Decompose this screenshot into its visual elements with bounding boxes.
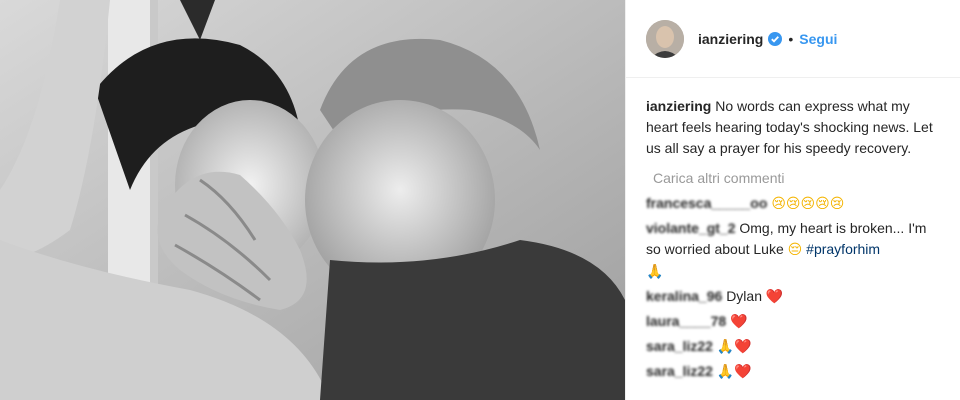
post-header: ianziering • Segui [626, 0, 960, 78]
comment-text: Dylan [726, 288, 762, 304]
caption-username[interactable]: ianziering [646, 98, 711, 114]
separator-dot: • [788, 30, 794, 47]
comment-username[interactable]: sara_liz22 [646, 363, 713, 379]
post-photo[interactable] [0, 0, 625, 400]
post-caption: ianziering No words can express what my … [646, 96, 942, 159]
comment-username[interactable]: francesca_____oo [646, 195, 767, 211]
crying-emoji: 😢😢😢😢😢 [771, 196, 845, 212]
verified-badge-icon [768, 31, 783, 46]
comment: keralina_96 Dylan ❤️ [646, 286, 942, 308]
avatar-image [646, 19, 684, 58]
comment: laura____78 ❤️ [646, 311, 942, 333]
instagram-post: ianziering • Segui ianziering No words c… [0, 0, 960, 400]
comment-username[interactable]: violante_gt_2 [646, 220, 735, 236]
post-sidebar: ianziering • Segui ianziering No words c… [625, 0, 960, 400]
pensive-emoji: 😔 [787, 242, 803, 258]
comment: sara_liz22 🙏❤️ [646, 361, 942, 383]
comment-username[interactable]: keralina_96 [646, 288, 722, 304]
comment: violante_gt_2 Omg, my heart is broken...… [646, 218, 942, 283]
load-more-comments-link[interactable]: Carica altri commenti [653, 168, 942, 189]
hashtag-link[interactable]: #prayforhim [806, 241, 880, 257]
black-and-white-photo [0, 0, 625, 400]
comment: sara_liz22 🙏❤️ [646, 336, 942, 358]
comment-username[interactable]: laura____78 [646, 313, 726, 329]
comment: francesca_____oo 😢😢😢😢😢 [646, 193, 942, 215]
praying-hands-emoji: 🙏 [646, 264, 664, 280]
header-username[interactable]: ianziering [698, 31, 763, 47]
comment-username[interactable]: sara_liz22 [646, 338, 713, 354]
heart-emoji: ❤️ [730, 314, 748, 330]
pray-heart-emoji: 🙏❤️ [716, 339, 752, 355]
pray-heart-emoji: 🙏❤️ [716, 364, 752, 380]
comments-section: ianziering No words can express what my … [626, 78, 960, 383]
follow-button[interactable]: Segui [799, 31, 837, 47]
avatar[interactable] [646, 19, 684, 58]
heart-emoji: ❤️ [765, 289, 784, 305]
